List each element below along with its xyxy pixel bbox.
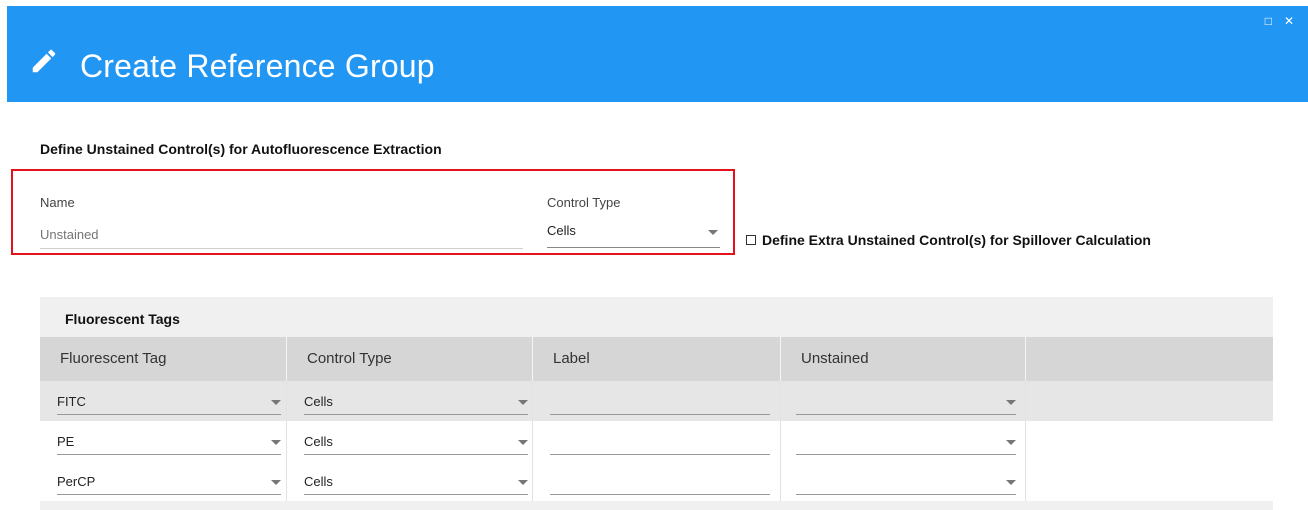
name-label: Name (40, 195, 75, 210)
row-control-type-value: Cells (304, 394, 333, 409)
chevron-down-icon (271, 480, 281, 485)
unstained-cell (781, 421, 1026, 461)
control-type-select[interactable]: Cells (547, 220, 720, 248)
tag-cell: PE (40, 421, 287, 461)
unstained-cell (781, 461, 1026, 501)
chevron-down-icon (1006, 480, 1016, 485)
fluorescent-tags-title: Fluorescent Tags (65, 311, 180, 327)
dialog-header: □ ✕ Create Reference Group (7, 6, 1308, 102)
tag-select[interactable]: PE (57, 427, 281, 455)
tag-select[interactable]: FITC (57, 387, 281, 415)
window-controls: □ ✕ (1265, 14, 1294, 28)
chevron-down-icon (518, 440, 528, 445)
extra-cell (1026, 381, 1273, 421)
chevron-down-icon (1006, 400, 1016, 405)
chevron-down-icon (271, 440, 281, 445)
pencil-icon (32, 49, 56, 73)
unstained-select[interactable] (796, 467, 1016, 495)
dialog-title: Create Reference Group (80, 48, 435, 84)
chevron-down-icon (271, 400, 281, 405)
row-control-type-select[interactable]: Cells (304, 467, 528, 495)
control-type-value: Cells (547, 223, 576, 238)
row-control-type-value: Cells (304, 434, 333, 449)
spillover-checkbox-label: Define Extra Unstained Control(s) for Sp… (762, 232, 1151, 248)
label-input[interactable] (550, 467, 770, 495)
control-type-cell: Cells (287, 381, 533, 421)
table-row: FITC Cells (40, 381, 1273, 421)
label-cell (533, 461, 781, 501)
label-cell (533, 381, 781, 421)
column-header-unstained: Unstained (781, 337, 1026, 381)
table-row: PE Cells (40, 421, 1273, 461)
tag-cell: PerCP (40, 461, 287, 501)
fluorescent-tags-panel: Fluorescent Tags Fluorescent Tag Control… (40, 297, 1273, 510)
tag-select[interactable]: PerCP (57, 467, 281, 495)
column-header-label: Label (533, 337, 781, 381)
tag-cell: FITC (40, 381, 287, 421)
table-header: Fluorescent Tag Control Type Label Unsta… (40, 337, 1273, 381)
row-control-type-select[interactable]: Cells (304, 387, 528, 415)
extra-cell (1026, 461, 1273, 501)
tag-value: FITC (57, 394, 86, 409)
name-input[interactable] (40, 220, 523, 249)
label-input[interactable] (550, 427, 770, 455)
label-cell (533, 421, 781, 461)
spillover-checkbox-wrapper[interactable]: Define Extra Unstained Control(s) for Sp… (746, 232, 1151, 248)
close-button[interactable]: ✕ (1284, 14, 1294, 28)
chevron-down-icon (518, 400, 528, 405)
spillover-checkbox[interactable] (746, 235, 756, 245)
unstained-cell (781, 381, 1026, 421)
control-type-cell: Cells (287, 421, 533, 461)
unstained-select[interactable] (796, 427, 1016, 455)
tag-value: PerCP (57, 474, 96, 489)
maximize-button[interactable]: □ (1265, 14, 1272, 28)
unstained-select[interactable] (796, 387, 1016, 415)
chevron-down-icon (708, 230, 718, 235)
control-type-cell: Cells (287, 461, 533, 501)
label-input[interactable] (550, 387, 770, 415)
tag-value: PE (57, 434, 75, 449)
column-header-extra (1026, 337, 1273, 381)
row-control-type-select[interactable]: Cells (304, 427, 528, 455)
autofluorescence-heading: Define Unstained Control(s) for Autofluo… (40, 141, 442, 157)
control-type-label: Control Type (547, 195, 621, 210)
row-control-type-value: Cells (304, 474, 333, 489)
column-header-fluorescent-tag: Fluorescent Tag (40, 337, 287, 381)
extra-cell (1026, 421, 1273, 461)
table-row: PerCP Cells (40, 461, 1273, 501)
chevron-down-icon (518, 480, 528, 485)
column-header-control-type: Control Type (287, 337, 533, 381)
chevron-down-icon (1006, 440, 1016, 445)
